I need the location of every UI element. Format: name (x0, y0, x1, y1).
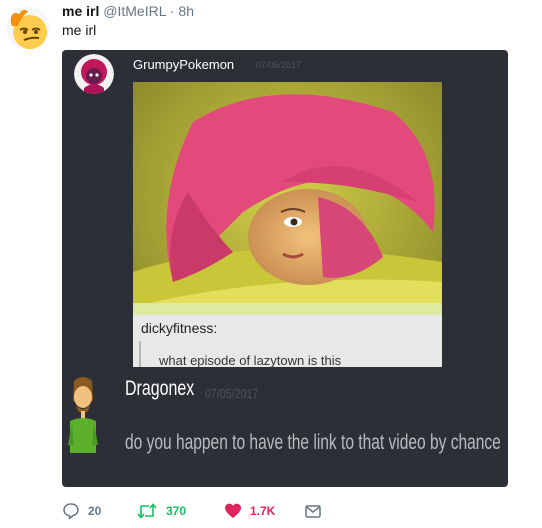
tweet-timestamp[interactable]: 8h (178, 3, 194, 19)
shaggy-avatar-icon (68, 377, 98, 453)
tweet-media[interactable]: GrumpyPokemon 07/05/2017 dickyfitness: w… (62, 50, 508, 487)
smirk-emoji-icon (10, 9, 47, 49)
dragonex-avatar (66, 373, 100, 453)
retweet-count: 370 (166, 504, 187, 518)
message2-username[interactable]: Dragonex (125, 377, 194, 401)
tweet-header: me irl @ItMeIRL · 8h (62, 2, 194, 20)
like-count: 1.7K (250, 504, 276, 518)
reply-button[interactable]: 20 (62, 500, 101, 522)
pink-hair-avatar-icon (74, 54, 114, 94)
separator-dot: · (169, 3, 175, 19)
caption-quote: what episode of lazytown is this (159, 353, 342, 368)
tweet-text: me irl (62, 22, 97, 38)
direct-message-button[interactable] (304, 500, 322, 522)
message1-username[interactable]: GrumpyPokemon (133, 57, 234, 72)
message2-date: 07/05/2017 (205, 386, 259, 401)
retweet-icon (137, 503, 157, 519)
tweet-actions: 20 370 1.7K (62, 500, 362, 522)
quote-bar (139, 341, 141, 367)
grumpypokemon-avatar (74, 54, 114, 94)
heart-icon (225, 503, 241, 518)
author-avatar[interactable] (6, 6, 50, 50)
retweet-button[interactable]: 370 (136, 500, 186, 522)
message2-text: do you happen to have the link to that v… (125, 431, 501, 454)
reply-count: 20 (88, 504, 102, 518)
envelope-icon (305, 505, 321, 518)
reply-icon (63, 503, 79, 520)
message1-date: 07/05/2017 (256, 60, 302, 70)
like-button[interactable]: 1.7K (224, 500, 275, 522)
embed-caption: dickyfitness: what episode of lazytown i… (133, 315, 442, 368)
caption-username: dickyfitness: (141, 320, 218, 336)
author-name[interactable]: me irl (62, 3, 99, 19)
glitch-strip (133, 303, 442, 315)
author-handle[interactable]: @ItMeIRL (103, 3, 166, 19)
